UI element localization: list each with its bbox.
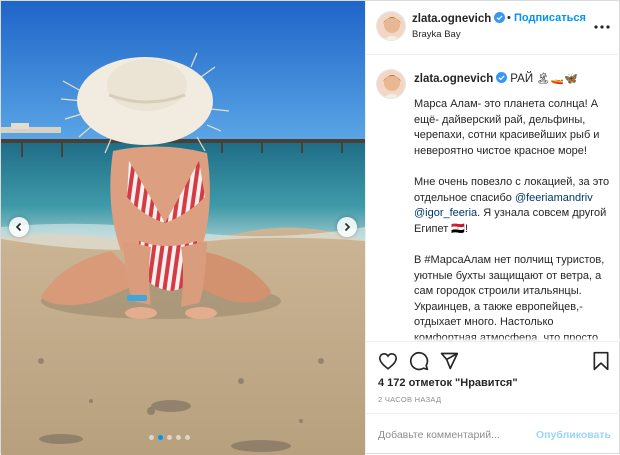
like-button[interactable] [377,350,399,372]
follow-button[interactable]: Подписаться [514,12,586,24]
carousel-dot-active [158,435,163,440]
publish-comment-button[interactable]: Опубликовать [536,429,611,441]
separator-dot: • [507,12,511,24]
carousel-dot [149,435,154,440]
caption-title-emoji: 🏝🚤🦋 [536,73,578,85]
likes-count[interactable]: 4 172 отметок "Нравится" [378,377,518,389]
share-button[interactable] [438,350,460,372]
save-button[interactable] [590,350,612,372]
post-side-panel: zlata.ognevich • Подписаться Brayka Bay [365,1,620,455]
flag-emoji: 🇪🇬! [451,222,469,235]
carousel-dot [176,435,181,440]
caption-paragraph: Марса Алам- это планета солнца! А ещё- д… [414,98,600,157]
comment-icon [409,351,429,371]
comment-input[interactable] [378,426,528,444]
caption-paragraph: В #МарсаАлам нет полчищ туристов, уютные… [414,253,605,341]
more-icon [594,25,610,29]
carousel-indicator [149,435,190,440]
caption-title: РАЙ [510,73,534,85]
bookmark-icon [593,351,609,371]
mention-link[interactable]: @igor_feeria [414,207,477,219]
post-header: zlata.ognevich • Подписаться Brayka Bay [366,1,620,55]
more-options-button[interactable] [592,19,612,35]
post-dialog: zlata.ognevich • Подписаться Brayka Bay [0,0,620,455]
caption-section[interactable]: zlata.ognevich РАЙ 🏝🚤🦋 Марса Алам- это пл… [366,55,620,341]
mention-link[interactable]: @feeriamandriv [515,192,593,204]
chevron-left-icon [15,222,22,232]
heart-icon [378,352,398,370]
avatar-image [377,12,405,40]
verified-icon [496,72,508,83]
chevron-right-icon [344,222,351,232]
avatar-image [377,70,405,98]
carousel-dot [185,435,190,440]
avatar[interactable] [376,69,406,99]
comment-form: Опубликовать [366,413,620,455]
location-link[interactable]: Brayka Bay [412,29,461,40]
username-text: zlata.ognevich [412,13,492,25]
post-photo[interactable] [1,1,365,455]
caption-header: zlata.ognevich РАЙ 🏝🚤🦋 [414,72,578,85]
previous-slide-button[interactable] [9,217,29,237]
avatar[interactable] [376,11,406,41]
carousel-dot [167,435,172,440]
post-timestamp[interactable]: 2 ЧАСОВ НАЗАД [378,395,441,404]
comment-button[interactable] [408,350,430,372]
beach-photo [1,1,365,455]
verified-icon [494,12,506,23]
caption-paragraph: Мне очень повезло с локацией, за это отд… [414,175,614,237]
next-slide-button[interactable] [337,217,357,237]
username-link[interactable]: zlata.ognevich [412,12,506,25]
caption-text: Марса Алам- это планета солнца! А ещё- д… [414,97,614,341]
action-bar [366,341,620,379]
share-icon [440,352,459,370]
caption-username[interactable]: zlata.ognevich [414,73,493,85]
